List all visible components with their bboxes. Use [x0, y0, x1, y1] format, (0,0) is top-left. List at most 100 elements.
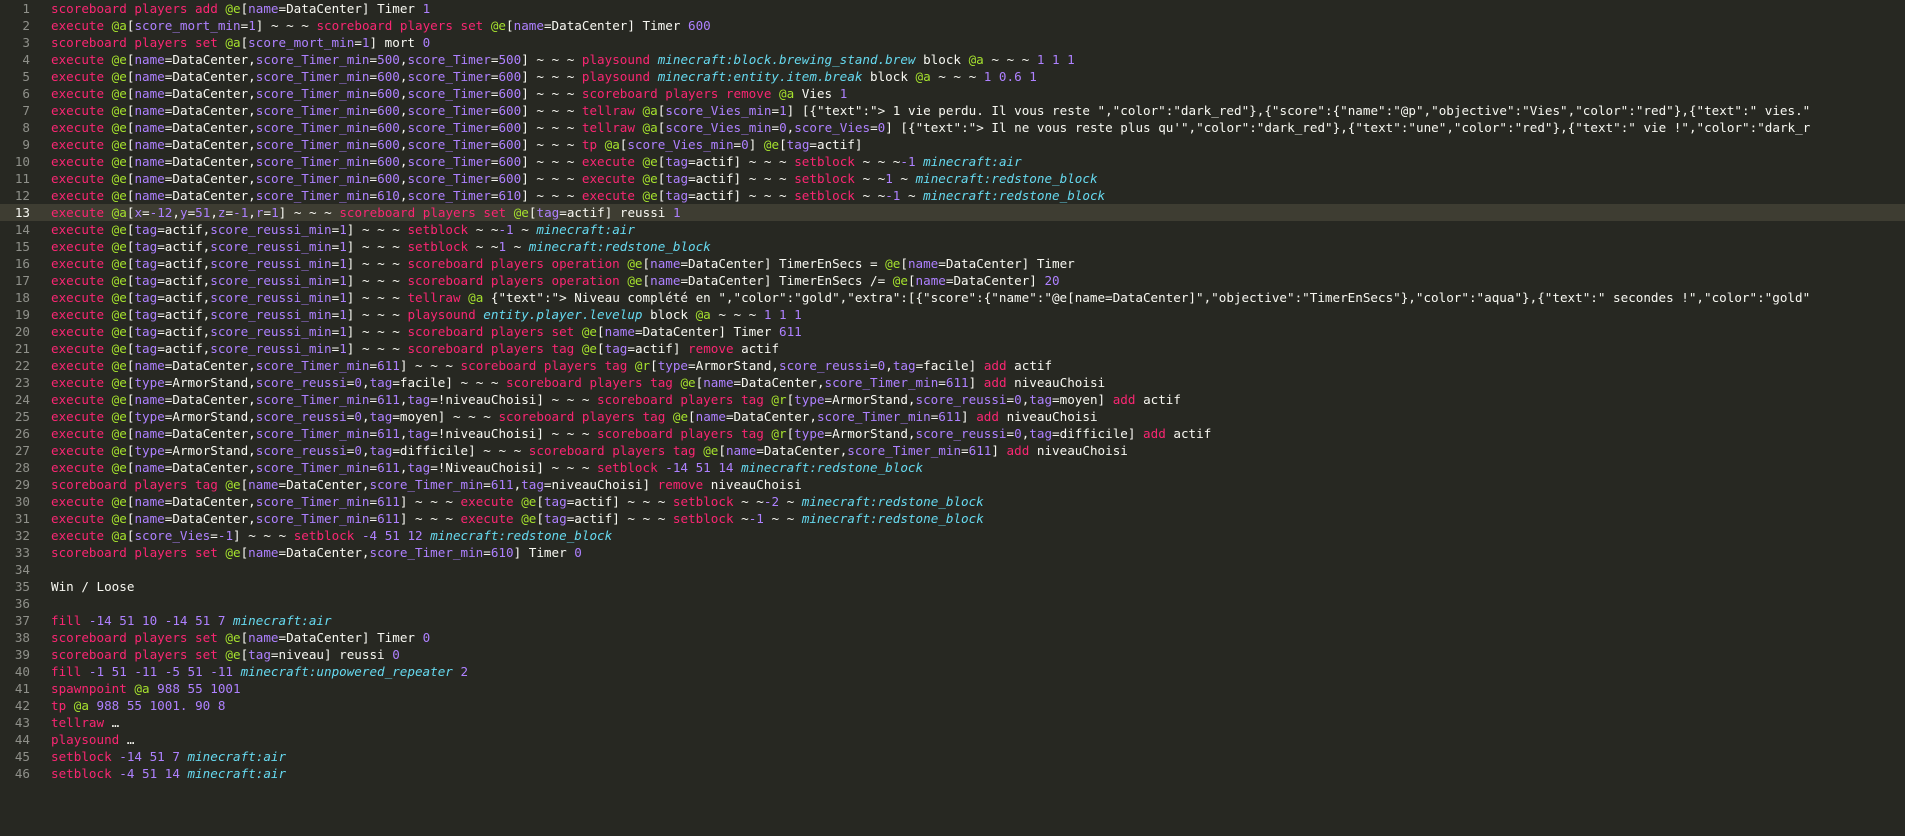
code-line[interactable]: 21 execute @e[tag=actif,score_reussi_min=…	[0, 340, 1905, 357]
code-area[interactable]: 1 scoreboard players add @e[name=DataCent…	[0, 0, 1905, 782]
code-line[interactable]: 38 scoreboard players set @e[name=DataCen…	[0, 629, 1905, 646]
code-line[interactable]: 35 Win / Loose	[0, 578, 1905, 595]
code-token: name	[134, 188, 165, 203]
code-line[interactable]: 39 scoreboard players set @e[tag=niveau] …	[0, 646, 1905, 663]
code-token: @a	[111, 205, 127, 220]
code-line[interactable]: 33 scoreboard players set @e[name=DataCen…	[0, 544, 1905, 561]
code-line[interactable]: 5 execute @e[name=DataCenter,score_Timer_…	[0, 68, 1905, 85]
code-line[interactable]: 22 execute @e [name=DataCenter,score_Timer…	[0, 357, 1905, 374]
code-line[interactable]: 27 execute @e[type=ArmorStand,score_reuss…	[0, 442, 1905, 459]
code-token: name	[134, 460, 165, 475]
code-token: @e	[521, 511, 537, 526]
code-token: execute	[51, 103, 112, 118]
code-line[interactable]: 1 scoreboard players add @e[name=DataCent…	[0, 0, 1905, 17]
code-line[interactable]: 45 setblock -14 51 7 minecraft:air	[0, 748, 1905, 765]
code-line[interactable]: 25 execute @e[type=ArmorStand,score_reuss…	[0, 408, 1905, 425]
code-line[interactable]: 40 fill -1 51 -11 -5 51 -11 minecraft:unp…	[0, 663, 1905, 680]
code-token: 610	[377, 188, 400, 203]
code-line[interactable]: 16 execute @e[tag=actif,score_reussi_min=…	[0, 255, 1905, 272]
code-token: fill	[51, 664, 89, 679]
line-number: 15	[14, 239, 30, 254]
code-token: ] ~ ~ ~	[521, 103, 582, 118]
code-token: ] ~ ~ ~	[346, 290, 408, 305]
code-token: score_Timer_min	[255, 511, 370, 526]
code-token: 1 1 1	[763, 307, 802, 322]
code-line[interactable]: 6 execute @e[name=DataCenter,score_Timer_…	[0, 85, 1905, 102]
code-token: tag	[369, 409, 393, 424]
code-line[interactable]: 26 execute @e[name=DataCenter,score_Timer…	[0, 425, 1905, 442]
code-line[interactable]: 14 execute @e[tag=actif,score_reussi_min=…	[0, 221, 1905, 238]
code-token: score_reussi	[915, 426, 1007, 441]
code-token: 1	[885, 171, 893, 186]
line-text: execute @a[score_mort_min=1] ~ ~ ~ score…	[51, 17, 711, 34]
code-line[interactable]: 41 spawnpoint @a 988 55 1001	[0, 680, 1905, 697]
code-token: tag	[521, 477, 544, 492]
code-line[interactable]: 34	[0, 561, 1905, 578]
code-token: -1	[217, 528, 234, 543]
code-token: name	[915, 273, 946, 288]
code-token: minecraft:air	[923, 154, 1022, 169]
code-token: ] ~ ~ ~	[346, 273, 408, 288]
code-token: score_Timer_min	[255, 494, 370, 509]
line-text: execute @e[type=ArmorStand,score_reussi=…	[51, 374, 1105, 391]
code-line[interactable]: 17 execute @e[tag=actif,score_reussi_min=…	[0, 272, 1905, 289]
code-token: ~ ~	[475, 239, 499, 254]
code-line[interactable]: 32 execute @a[score_Vies=-1] ~ ~ ~ setblo…	[0, 527, 1905, 544]
code-line[interactable]: 4 execute @e[name=DataCenter,score_Timer_…	[0, 51, 1905, 68]
code-token: @e	[111, 188, 127, 203]
code-line[interactable]: 18 execute @e[tag=actif,score_reussi_min=…	[0, 289, 1905, 306]
code-line[interactable]: 31 execute @e[name=DataCenter,score_Timer…	[0, 510, 1905, 527]
code-token: @e	[111, 290, 127, 305]
code-line[interactable]: 29 scoreboard players tag @e[name=DataCen…	[0, 476, 1905, 493]
code-line[interactable]: 12 execute @e[name=DataCenter,score_Timer…	[0, 187, 1905, 204]
code-line[interactable]: 24 execute @e[name=DataCenter,score_Timer…	[0, 391, 1905, 408]
code-line[interactable]: 9 execute @e[name=DataCenter,score_Timer_…	[0, 136, 1905, 153]
code-token: execute	[51, 239, 112, 254]
code-token: =	[870, 358, 878, 373]
code-token: =actif] ~ ~ ~	[566, 511, 673, 526]
code-line[interactable]: 11 execute @e[name=DataCenter,score_Timer…	[0, 170, 1905, 187]
code-token: execute	[51, 494, 112, 509]
line-number: 18	[14, 290, 30, 305]
code-line[interactable]: 23 execute @e[type=ArmorStand,score_reuss…	[0, 374, 1905, 391]
code-line[interactable]: 7 execute @e[name=DataCenter,score_Timer_…	[0, 102, 1905, 119]
code-line[interactable]: 46 setblock -4 51 14 minecraft:air	[0, 765, 1905, 782]
code-editor[interactable]: 1 scoreboard players add @e[name=DataCent…	[0, 0, 1905, 836]
code-line[interactable]: 37 fill -14 51 10 -14 51 7 minecraft:air	[0, 612, 1905, 629]
code-line[interactable]: 19 execute @e[tag=actif,score_reussi_min=…	[0, 306, 1905, 323]
code-token: tellraw	[51, 715, 112, 730]
code-token: actif	[1014, 358, 1053, 373]
code-line[interactable]: 13 execute @a[x=-12,y=51,z=-1,r=1] ~ ~ ~ …	[0, 204, 1905, 221]
code-token: tag	[248, 647, 271, 662]
code-token: =ArmorStand,	[824, 426, 916, 441]
code-token: =	[1006, 392, 1015, 407]
code-token: =DataCenter,	[725, 409, 817, 424]
code-token: Win / Loose	[51, 579, 135, 594]
line-text: Win / Loose	[51, 578, 134, 595]
code-token: ,	[172, 205, 180, 220]
code-token: scoreboard players tag	[51, 477, 226, 492]
code-line[interactable]: 10 execute @e[name=DataCenter,score_Timer…	[0, 153, 1905, 170]
code-line[interactable]: 36	[0, 595, 1905, 612]
code-line[interactable]: 30 execute @e[name=DataCenter,score_Timer…	[0, 493, 1905, 510]
line-number: 24	[14, 392, 30, 407]
code-line[interactable]: 15 execute @e[tag=actif,score_reussi_min=…	[0, 238, 1905, 255]
code-line[interactable]: 2 execute @a[score_mort_min=1] ~ ~ ~ scor…	[0, 17, 1905, 34]
code-token: execute	[51, 460, 112, 475]
line-number: 13	[14, 205, 30, 220]
code-line[interactable]: 43 tellraw …	[0, 714, 1905, 731]
code-token: ~	[741, 511, 749, 526]
line-number: 41	[14, 681, 30, 696]
line-number: 25	[14, 409, 30, 424]
code-line[interactable]: 42 tp @a 988 55 1001. 90 8	[0, 697, 1905, 714]
code-line[interactable]: 3 scoreboard players set @a[score_mort_mi…	[0, 34, 1905, 51]
line-text: execute @e[name=DataCenter,score_Timer_m…	[51, 119, 1810, 136]
line-text: execute @e[tag=actif,score_reussi_min=1]…	[51, 238, 711, 255]
code-token: @e	[111, 375, 127, 390]
code-line[interactable]: 28 execute @e[name=DataCenter,score_Timer…	[0, 459, 1905, 476]
code-line[interactable]: 20 execute @e[tag=actif,score_reussi_min=…	[0, 323, 1905, 340]
code-line[interactable]: 44 playsound …	[0, 731, 1905, 748]
code-line[interactable]: 8 execute @e[name=DataCenter,score_Timer_…	[0, 119, 1905, 136]
code-token: @e	[111, 307, 127, 322]
code-token: =actif] ~ ~ ~	[688, 154, 795, 169]
